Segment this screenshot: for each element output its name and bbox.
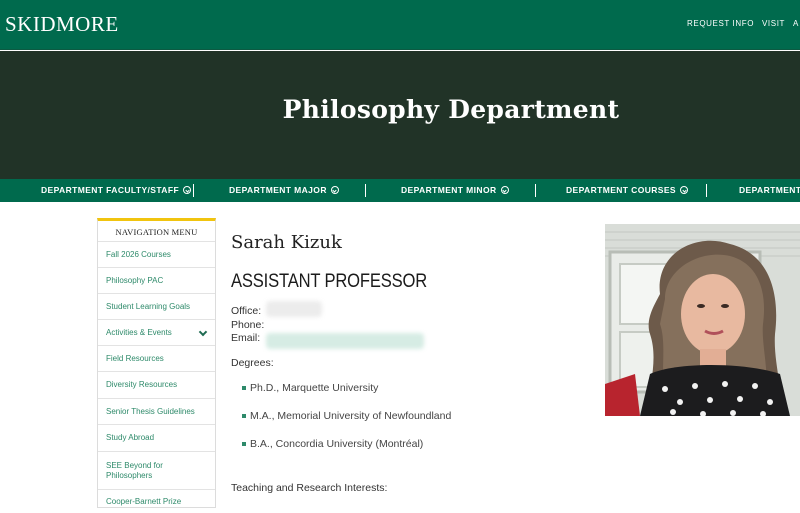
dept-nav-courses[interactable]: DEPARTMENT COURSES [566,185,688,195]
nav-divider [193,184,194,197]
sidebar-item-label: Field Resources [106,353,164,363]
sidebar-item-diversity-resources[interactable]: Diversity Resources [98,371,215,398]
request-info-link[interactable]: REQUEST INFO [687,19,754,28]
sidebar-item-label: SEE Beyond for Philosophers [106,460,163,480]
hero-banner: Philosophy Department [0,51,800,179]
dept-nav-label: DEPARTMENT MAJOR [229,185,327,195]
dept-nav-label: DEPARTMENT FACULTY/STAFF [41,185,180,195]
visit-link[interactable]: VISIT [762,19,785,28]
sidebar-item-philosophy-pac[interactable]: Philosophy PAC [98,267,215,293]
nav-divider [706,184,707,197]
sidebar-item-see-beyond[interactable]: SEE Beyond for Philosophers [98,451,215,489]
sidebar-item-label: Study Abroad [106,433,155,442]
chevron-circle-icon [183,186,192,194]
chevron-circle-icon [330,186,339,194]
dept-nav-major[interactable]: DEPARTMENT MAJOR [229,185,339,195]
chevron-down-icon[interactable] [198,327,208,337]
phone-label: Phone: [231,319,265,331]
dept-nav-label: DEPARTMENT R [739,185,800,195]
sidebar-item-label: Fall 2026 Courses [106,249,171,259]
sidebar-item-label: Activities & Events [106,327,172,337]
chevron-circle-icon [680,186,688,194]
dept-nav-faculty[interactable]: DEPARTMENT FACULTY/STAFF [41,185,192,195]
apply-link[interactable]: A [793,19,799,28]
profile-photo [605,224,800,416]
office-label: Office: [231,305,262,317]
nav-divider [365,184,366,197]
dept-nav-label: DEPARTMENT MINOR [401,185,497,195]
sidebar-item-senior-thesis[interactable]: Senior Thesis Guidelines [98,398,215,424]
faculty-name: Sarah Kizuk [231,232,342,253]
bullet-icon [242,386,246,390]
degrees-label: Degrees: [231,357,274,369]
email-value-redacted[interactable] [266,333,424,349]
office-value-redacted [266,301,322,317]
sidebar-item-activities-events[interactable]: Activities & Events [98,319,215,345]
dept-nav-label: DEPARTMENT COURSES [566,185,676,195]
skidmore-logo[interactable]: SKIDMORE [5,12,119,37]
degree-item: M.A., Memorial University of Newfoundlan… [242,410,451,422]
sidebar-item-learning-goals[interactable]: Student Learning Goals [98,293,215,319]
faculty-title: ASSISTANT PROFESSOR [231,270,428,292]
site-header: SKIDMORE REQUEST INFO VISIT A [0,0,800,50]
chevron-circle-icon [500,186,509,194]
sidebar-item-label: Senior Thesis Guidelines [106,406,195,416]
sidebar-item-label: Philosophy PAC [106,275,164,285]
navigation-menu: NAVIGATION MENU Fall 2026 Courses Philos… [97,218,216,508]
degree-item: Ph.D., Marquette University [242,382,378,394]
sidebar-item-field-resources[interactable]: Field Resources [98,345,215,371]
sidebar-item-label: Cooper-Barnett Prize [106,496,182,506]
dept-nav-resources[interactable]: DEPARTMENT R [739,185,800,195]
sidebar-item-cooper-barnett[interactable]: Cooper-Barnett Prize [98,489,215,513]
navigation-menu-heading: NAVIGATION MENU [115,227,198,237]
nav-divider [535,184,536,197]
department-nav: DEPARTMENT FACULTY/STAFF DEPARTMENT MAJO… [0,179,800,202]
dept-nav-minor[interactable]: DEPARTMENT MINOR [401,185,509,195]
interests-label: Teaching and Research Interests: [231,482,388,494]
page-title: Philosophy Department [282,95,620,124]
sidebar-item-fall-courses[interactable]: Fall 2026 Courses [98,241,215,267]
sidebar-item-label: Diversity Resources [106,380,178,389]
sidebar-item-label: Student Learning Goals [106,301,191,311]
email-label: Email: [231,332,261,344]
bullet-icon [242,442,246,446]
degree-item: B.A., Concordia University (Montréal) [242,438,423,450]
bullet-icon [242,414,246,418]
sidebar-item-study-abroad[interactable]: Study Abroad [98,424,215,451]
